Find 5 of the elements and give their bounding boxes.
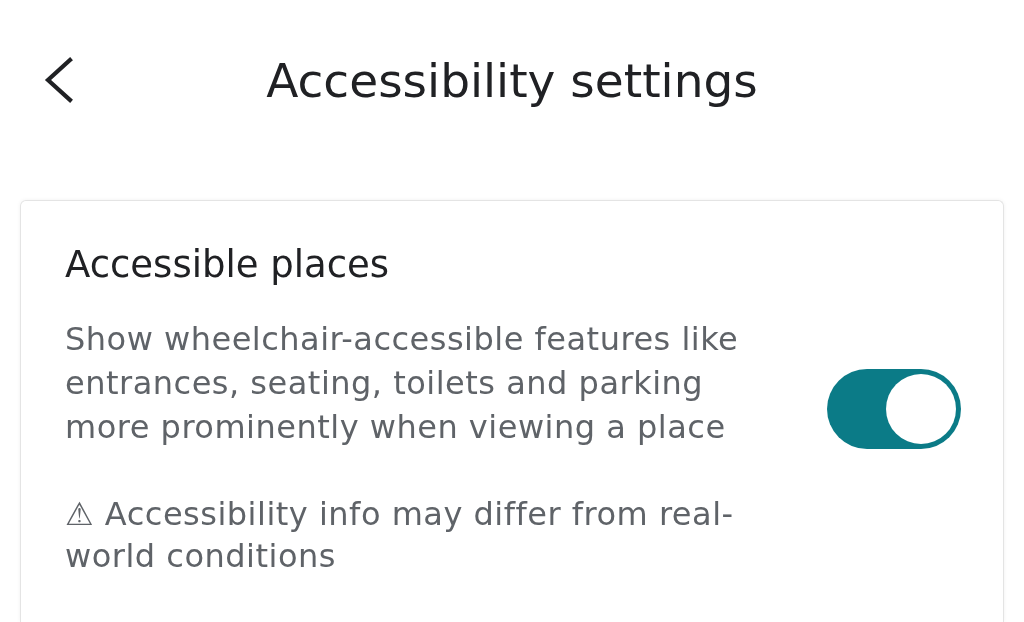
setting-description: Show wheelchair-accessible features like entrances, seating, toilets and parking more prominently when viewing a place <box>65 319 740 448</box>
warning-text: ⚠ Accessibility info may differ from real-world conditions <box>65 494 735 577</box>
setting-title: Accessible places <box>65 242 391 288</box>
page-title: Accessibility settings <box>266 52 758 108</box>
back-icon <box>43 57 73 103</box>
